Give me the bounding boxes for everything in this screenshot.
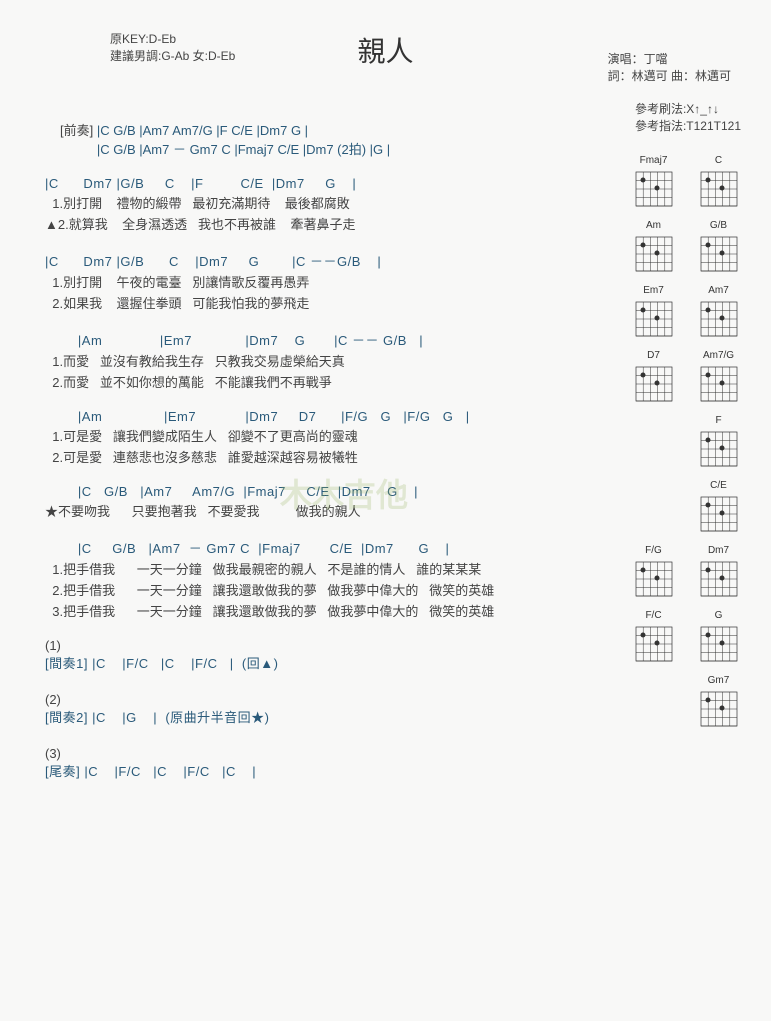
chord-pair: Fmaj7 C (626, 155, 756, 210)
fret-grid (630, 233, 678, 275)
ref-finger: 參考指法:T121T121 (635, 117, 741, 134)
meta-right: 演唱：丁噹 詞：林邁可 曲：林邁可 (608, 50, 731, 84)
chord-name: Am7 (691, 285, 746, 296)
chord-diagrams: Fmaj7 C Am G/B Em7 Am7 D7 Am7/G F C/E F/G Dm7 F/C G Gm… (626, 155, 756, 740)
fret-grid (695, 623, 743, 665)
chord-name: Am (626, 220, 681, 231)
chord-name: Fmaj7 (626, 155, 681, 166)
chord-diagram: C (691, 155, 746, 210)
chord-diagram (626, 480, 681, 535)
chord-pair: Gm7 (626, 675, 756, 730)
chord-name: D7 (626, 350, 681, 361)
ref-strum: 參考刷法:X↑_↑↓ (635, 100, 741, 117)
chord-pair: D7 Am7/G (626, 350, 756, 405)
fret-grid (695, 168, 743, 210)
chord-diagram: F/C (626, 610, 681, 665)
chord-diagram: Gm7 (691, 675, 746, 730)
original-key: 原KEY:D-Eb (110, 30, 235, 47)
outro: [尾奏] |C |F/C |C |F/C |C | (45, 761, 756, 780)
chord-pair: Em7 Am7 (626, 285, 756, 340)
chord-pair: F (626, 415, 756, 470)
fret-grid (630, 298, 678, 340)
suggested-key: 建議男調:G-Ab 女:D-Eb (110, 47, 235, 64)
chord-diagram: D7 (626, 350, 681, 405)
singer: 演唱：丁噹 (608, 50, 731, 67)
reference-box: 參考刷法:X↑_↑↓ 參考指法:T121T121 (635, 100, 741, 134)
chord-pair: C/E (626, 480, 756, 535)
fret-grid (695, 363, 743, 405)
chord-diagram: Dm7 (691, 545, 746, 600)
chord-pair: Am G/B (626, 220, 756, 275)
chord-name: Dm7 (691, 545, 746, 556)
fret-grid (630, 168, 678, 210)
coda-n3: (3) (45, 746, 756, 761)
fret-grid (695, 428, 743, 470)
chord-pair: F/C G (626, 610, 756, 665)
fret-grid (695, 558, 743, 600)
chord-diagram (626, 415, 681, 470)
chord-name: Am7/G (691, 350, 746, 361)
chord-name: G (691, 610, 746, 621)
credits: 詞：林邁可 曲：林邁可 (608, 67, 731, 84)
meta-left: 原KEY:D-Eb 建議男調:G-Ab 女:D-Eb (110, 30, 235, 64)
chord-diagram: G (691, 610, 746, 665)
fret-grid (695, 688, 743, 730)
chord-diagram: Am7 (691, 285, 746, 340)
fret-grid (695, 298, 743, 340)
chord-name: G/B (691, 220, 746, 231)
chord-name: Em7 (626, 285, 681, 296)
chord-diagram: Fmaj7 (626, 155, 681, 210)
chord-name: F (691, 415, 746, 426)
chord-name: Gm7 (691, 675, 746, 686)
chord-name: F/C (626, 610, 681, 621)
chord-diagram: Am7/G (691, 350, 746, 405)
chord-diagram: Am (626, 220, 681, 275)
chord-name: C (691, 155, 746, 166)
intro-label: [前奏] (60, 123, 93, 138)
chord-diagram: G/B (691, 220, 746, 275)
fret-grid (695, 493, 743, 535)
chord-name: F/G (626, 545, 681, 556)
fret-grid (695, 233, 743, 275)
fret-grid (630, 558, 678, 600)
chord-name: C/E (691, 480, 746, 491)
chord-pair: F/G Dm7 (626, 545, 756, 600)
chord-diagram: F/G (626, 545, 681, 600)
intro-line2: |C G/B |Am7 － Gm7 C |Fmaj7 C/E |Dm7 (2拍)… (97, 142, 390, 157)
fret-grid (630, 623, 678, 665)
intro-line1: |C G/B |Am7 Am7/G |F C/E |Dm7 G | (97, 123, 308, 138)
fret-grid (630, 363, 678, 405)
chord-diagram: Em7 (626, 285, 681, 340)
chord-diagram: F (691, 415, 746, 470)
chord-diagram (626, 675, 681, 730)
chord-diagram: C/E (691, 480, 746, 535)
